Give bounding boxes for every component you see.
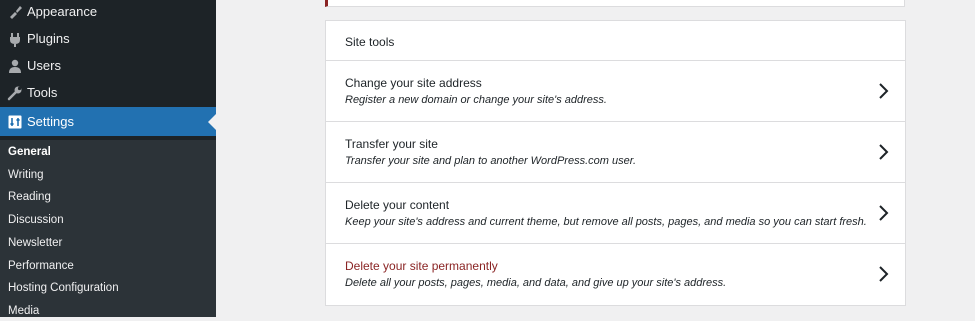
site-tools-card: Site tools Change your site address Regi… [325, 20, 906, 306]
item-title: Change your site address [345, 76, 482, 90]
delete-content-item[interactable]: Delete your content Keep your site's add… [326, 183, 905, 244]
admin-sidebar: Appearance Plugins Users Tools Settings … [0, 0, 216, 317]
menu-label: Appearance [27, 4, 98, 19]
item-title: Transfer your site [345, 137, 438, 151]
menu-label: Users [27, 58, 61, 73]
item-description: Delete all your posts, pages, media, and… [345, 277, 727, 289]
menu-label: Settings [27, 114, 74, 129]
settings-submenu: General Writing Reading Discussion Newsl… [0, 140, 216, 317]
item-description: Keep your site's address and current the… [345, 216, 867, 228]
previous-card-edge [325, 0, 905, 7]
submenu-item-media[interactable]: Media [8, 301, 39, 321]
submenu-item-general[interactable]: General [8, 142, 51, 162]
submenu-item-performance[interactable]: Performance [8, 256, 74, 276]
wrench-icon [5, 83, 25, 103]
chevron-right-icon [879, 83, 889, 99]
active-indicator [208, 113, 216, 130]
menu-item-plugins[interactable]: Plugins [0, 25, 216, 52]
item-title: Delete your content [345, 198, 450, 212]
chevron-right-icon [879, 144, 889, 160]
settings-icon [5, 112, 25, 132]
card-header: Site tools [326, 21, 905, 61]
submenu-item-reading[interactable]: Reading [8, 187, 51, 207]
item-description: Transfer your site and plan to another W… [345, 155, 637, 167]
delete-site-permanently-item[interactable]: Delete your site permanently Delete all … [326, 244, 905, 305]
submenu-item-newsletter[interactable]: Newsletter [8, 233, 62, 253]
item-description: Register a new domain or change your sit… [345, 94, 607, 106]
menu-item-users[interactable]: Users [0, 52, 216, 79]
menu-item-appearance[interactable]: Appearance [0, 0, 216, 25]
menu-item-tools[interactable]: Tools [0, 79, 216, 106]
item-title: Delete your site permanently [345, 259, 498, 273]
menu-item-settings[interactable]: Settings [0, 107, 216, 136]
user-icon [5, 56, 25, 76]
submenu-item-writing[interactable]: Writing [8, 165, 44, 185]
change-site-address-item[interactable]: Change your site address Register a new … [326, 61, 905, 122]
submenu-item-discussion[interactable]: Discussion [8, 210, 64, 230]
menu-label: Tools [27, 85, 58, 100]
transfer-site-item[interactable]: Transfer your site Transfer your site an… [326, 122, 905, 183]
menu-label: Plugins [27, 31, 70, 46]
chevron-right-icon [879, 266, 889, 282]
paintbrush-icon [5, 2, 25, 22]
chevron-right-icon [879, 205, 889, 221]
plug-icon [5, 29, 25, 49]
submenu-item-hosting-configuration[interactable]: Hosting Configuration [8, 278, 119, 298]
card-title: Site tools [345, 35, 395, 49]
